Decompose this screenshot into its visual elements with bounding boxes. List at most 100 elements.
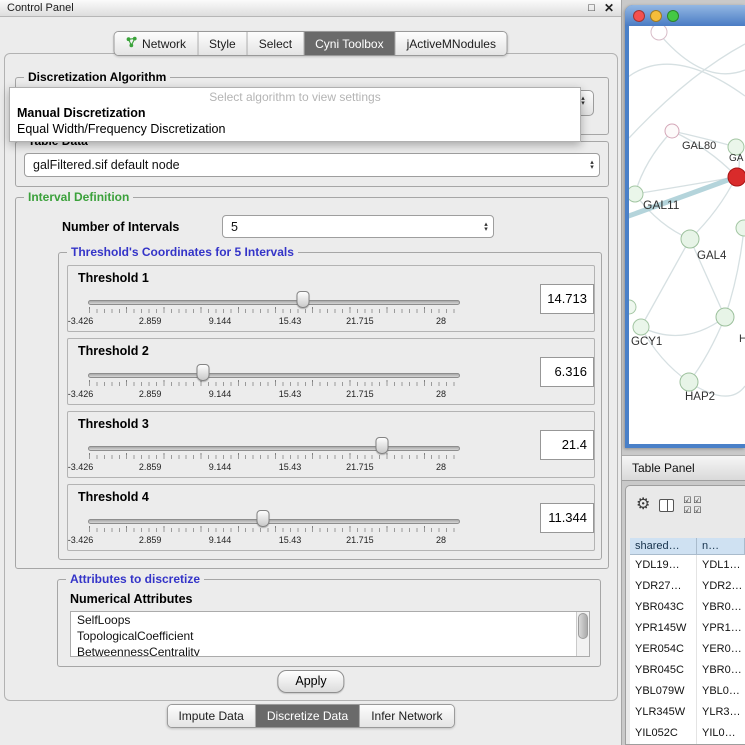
attributes-group-label: Attributes to discretize [66, 572, 204, 586]
bottom-tab-discretize-data[interactable]: Discretize Data [256, 705, 360, 727]
table-row[interactable]: YDL19…YDL1… [630, 555, 745, 576]
column-checkboxes[interactable]: ☑ ☑ ☑ ☑ [683, 495, 703, 515]
threshold-slider[interactable]: -3.4262.8599.14415.4321.71528 [88, 436, 460, 476]
spinner-down-icon: ▾ [590, 165, 594, 170]
tab-label: Cyni Toolbox [315, 37, 383, 51]
slider-thumb[interactable] [296, 291, 309, 308]
attributes-to-discretize-group: Attributes to discretize Numerical Attri… [57, 579, 601, 667]
table-panel-title: Table Panel [632, 461, 695, 475]
threshold-value-field[interactable]: 21.4 [540, 430, 594, 460]
table-row[interactable]: YIL052CYIL0… [630, 723, 745, 744]
bottom-tab-infer-network[interactable]: Infer Network [360, 705, 453, 727]
network-graph[interactable]: GAL80 GA GAL11 GAL4 GCY1 HAP2 H [629, 26, 745, 444]
table-row[interactable]: YLR345WYLR3… [630, 702, 745, 723]
algorithm-dropdown-popup: Select algorithm to view settings Manual… [9, 87, 581, 142]
slider-track [88, 519, 460, 524]
minimize-traffic-light-icon[interactable] [650, 10, 662, 22]
threshold-label: Threshold 3 [78, 417, 149, 431]
thresholds-group-label: Threshold's Coordinates for 5 Intervals [67, 245, 298, 259]
tab-label: Style [209, 37, 236, 51]
slider-track [88, 300, 460, 305]
network-node[interactable] [680, 373, 698, 391]
table-row[interactable]: YPR145WYPR1… [630, 618, 745, 639]
slider-track [88, 446, 460, 451]
slider-thumb[interactable] [256, 510, 269, 527]
list-item[interactable]: TopologicalCoefficient [71, 628, 589, 644]
tab-style[interactable]: Style [198, 32, 248, 55]
cell-name: YLR3… [697, 702, 745, 723]
cell-shared-name: YPR145W [630, 618, 697, 639]
slider-tick-label: 2.859 [139, 316, 162, 326]
list-item[interactable]: BetweennessCentrality [71, 644, 589, 657]
control-panel-titlebar[interactable]: Control Panel □ ✕ [0, 0, 621, 17]
tab-network[interactable]: Network [114, 32, 198, 55]
network-node[interactable] [716, 308, 734, 326]
table-row[interactable]: YER054CYER0… [630, 639, 745, 660]
threshold-value-field[interactable]: 11.344 [540, 503, 594, 533]
table-data-combobox[interactable]: galFiltered.sif default node ▴ ▾ [24, 153, 600, 177]
close-icon[interactable]: ✕ [604, 2, 614, 14]
network-node[interactable] [651, 26, 667, 40]
close-traffic-light-icon[interactable] [633, 10, 645, 22]
slider-thumb[interactable] [197, 364, 210, 381]
selected-red-node[interactable] [728, 168, 745, 186]
threshold-slider[interactable]: -3.4262.8599.14415.4321.71528 [88, 363, 460, 403]
column-header-name[interactable]: n… [697, 538, 745, 555]
checkbox-icon[interactable]: ☑ [693, 505, 703, 515]
network-node[interactable] [736, 220, 745, 236]
tab-label: jActiveMNodules [407, 37, 496, 51]
checkbox-icon[interactable]: ☑ [683, 505, 693, 515]
slider-tick-label: 15.43 [279, 535, 302, 545]
table-panel-header[interactable]: Table Panel [622, 455, 745, 481]
slider-tick-label: 28 [436, 535, 446, 545]
network-node[interactable] [665, 124, 679, 138]
slider-tick-label: 15.43 [279, 316, 302, 326]
minimize-icon[interactable]: □ [588, 3, 595, 14]
numerical-attributes-list[interactable]: SelfLoopsTopologicalCoefficientBetweenne… [70, 611, 590, 657]
network-node[interactable] [629, 186, 643, 202]
list-scrollbar[interactable] [576, 612, 589, 656]
zoom-traffic-light-icon[interactable] [667, 10, 679, 22]
table-row[interactable]: YBR043CYBR0… [630, 597, 745, 618]
algorithm-option[interactable]: Equal Width/Frequency Discretization [10, 121, 580, 137]
checkbox-icon[interactable]: ☑ [693, 495, 703, 505]
gear-icon[interactable]: ⚙ [636, 497, 650, 513]
spinner-down-icon: ▾ [484, 227, 488, 232]
slider-tick-label: 9.144 [209, 535, 232, 545]
network-node[interactable] [629, 300, 636, 314]
cell-name: YBR0… [697, 660, 745, 681]
node-label: GCY1 [631, 336, 662, 348]
threshold-slider[interactable]: -3.4262.8599.14415.4321.71528 [88, 290, 460, 330]
spinner-down-icon: ▾ [581, 101, 585, 106]
scrollbar-thumb[interactable] [578, 613, 588, 639]
threshold-value-field[interactable]: 6.316 [540, 357, 594, 387]
slider-tick-label: 15.43 [279, 462, 302, 472]
node-label: GAL80 [682, 140, 716, 152]
cell-shared-name: YDR27… [630, 576, 697, 597]
column-header-shared-name[interactable]: shared… [630, 538, 697, 555]
slider-thumb[interactable] [375, 437, 388, 454]
network-canvas[interactable]: GAL80 GA GAL11 GAL4 GCY1 HAP2 H [629, 26, 745, 444]
threshold-slider[interactable]: -3.4262.8599.14415.4321.71528 [88, 509, 460, 549]
cell-name: YDL1… [697, 555, 745, 576]
table-row[interactable]: YBL079WYBL0… [630, 681, 745, 702]
network-node[interactable] [681, 230, 699, 248]
tab-jactivemnodules[interactable]: jActiveMNodules [396, 32, 507, 55]
slider-tick-label: -3.426 [68, 316, 94, 326]
slider-tick-label: 21.715 [346, 535, 374, 545]
tab-cyni-toolbox[interactable]: Cyni Toolbox [304, 32, 395, 55]
tab-label: Infer Network [371, 709, 442, 723]
table-row[interactable]: YBR045CYBR0… [630, 660, 745, 681]
algorithm-option[interactable]: Manual Discretization [10, 105, 580, 121]
number-of-intervals-combobox[interactable]: 5 ▴ ▾ [222, 215, 494, 238]
columns-icon[interactable] [659, 499, 674, 512]
bottom-tab-impute-data[interactable]: Impute Data [167, 705, 255, 727]
network-node[interactable] [633, 319, 649, 335]
checkbox-icon[interactable]: ☑ [683, 495, 693, 505]
list-item[interactable]: SelfLoops [71, 612, 589, 628]
threshold-value-field[interactable]: 14.713 [540, 284, 594, 314]
apply-button[interactable]: Apply [277, 670, 344, 693]
network-window-titlebar[interactable] [625, 5, 745, 26]
tab-select[interactable]: Select [248, 32, 304, 55]
table-row[interactable]: YDR27…YDR2… [630, 576, 745, 597]
